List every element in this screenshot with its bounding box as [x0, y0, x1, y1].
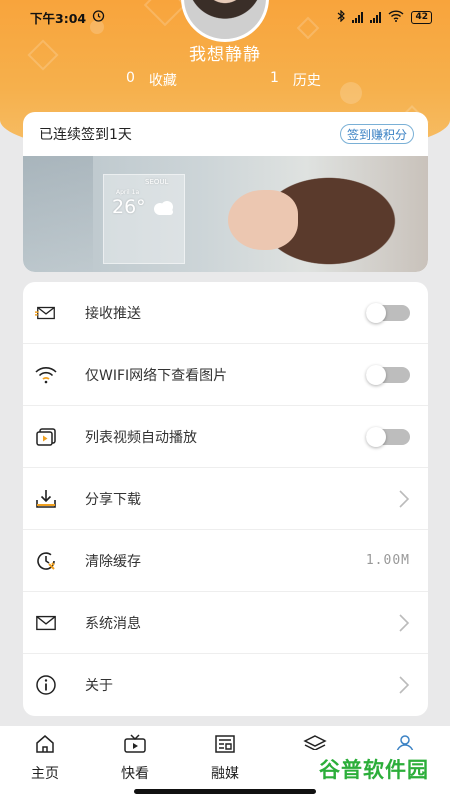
banner-background-shelf — [23, 156, 93, 272]
push-toggle[interactable] — [366, 302, 410, 323]
tab-label: 快看 — [121, 766, 149, 782]
mail-icon — [35, 612, 57, 634]
watermark-logo: 谷普软件园 — [306, 750, 442, 788]
cellular-signal-icon — [352, 11, 364, 23]
settings-card: 接收推送 仅WIFI网络下查看图片 列表视频自动播放 分享下载 清除缓存 1.0… — [23, 282, 428, 716]
setting-row-push[interactable]: 接收推送 — [23, 282, 428, 344]
video-play-icon — [35, 426, 57, 448]
favorites-stat[interactable]: 0 收藏 — [126, 70, 177, 90]
battery-icon: 42 — [411, 10, 432, 24]
tab-watch[interactable]: 快看 — [105, 734, 165, 786]
video-icon — [123, 734, 147, 758]
setting-row-about[interactable]: 关于 — [23, 654, 428, 716]
cloud-icon — [151, 200, 177, 220]
watermark-text: 谷普软件园 — [319, 758, 429, 782]
setting-label: 列表视频自动播放 — [85, 429, 197, 446]
setting-label: 接收推送 — [85, 305, 141, 322]
wifi-only-toggle[interactable] — [366, 364, 410, 385]
checkin-card: 已连续签到1天 签到赚积分 SEOUL April 1a 26° — [23, 112, 428, 272]
alarm-icon — [92, 9, 105, 25]
status-icons: 42 — [337, 9, 432, 25]
info-icon — [35, 674, 57, 696]
setting-label: 仅WIFI网络下查看图片 — [85, 367, 228, 384]
favorites-label: 收藏 — [148, 73, 177, 89]
checkin-status: 已连续签到1天 — [39, 127, 132, 143]
bluetooth-icon — [337, 9, 346, 25]
setting-row-cache[interactable]: 清除缓存 1.00M — [23, 530, 428, 592]
envelope-push-icon — [35, 302, 57, 324]
setting-row-messages[interactable]: 系统消息 — [23, 592, 428, 654]
newspaper-icon — [214, 734, 236, 758]
promo-banner-image[interactable]: SEOUL April 1a 26° — [23, 156, 428, 272]
tab-media[interactable]: 融媒 — [195, 734, 255, 786]
banner-person-face — [228, 190, 298, 250]
profile-stats: 0 收藏 1 历史 — [0, 70, 450, 90]
banner-date: April 1a — [116, 189, 140, 196]
tab-home[interactable]: 主页 — [15, 734, 75, 786]
setting-row-wifi[interactable]: 仅WIFI网络下查看图片 — [23, 344, 428, 406]
setting-label: 分享下载 — [85, 491, 141, 508]
banner-city: SEOUL — [145, 178, 169, 186]
setting-row-autoplay[interactable]: 列表视频自动播放 — [23, 406, 428, 468]
status-time: 下午3:04 — [30, 10, 87, 26]
tab-label: 融媒 — [211, 766, 239, 782]
checkin-row: 已连续签到1天 签到赚积分 — [23, 112, 428, 156]
home-indicator[interactable] — [134, 789, 316, 794]
chevron-right-icon — [398, 675, 410, 695]
setting-row-share[interactable]: 分享下载 — [23, 468, 428, 530]
wifi-status-icon — [388, 9, 404, 25]
setting-label: 清除缓存 — [85, 553, 141, 570]
download-icon — [35, 488, 57, 510]
history-stat[interactable]: 1 历史 — [270, 70, 321, 90]
chevron-right-icon — [398, 613, 410, 633]
cache-size-value: 1.00M — [365, 553, 410, 568]
setting-label: 系统消息 — [85, 615, 141, 632]
tab-label: 主页 — [31, 766, 59, 782]
status-bar: 下午3:04 42 — [0, 0, 450, 34]
wifi-icon — [35, 364, 57, 386]
home-icon — [34, 734, 56, 758]
history-label: 历史 — [292, 73, 321, 89]
checkin-button[interactable]: 签到赚积分 — [339, 124, 414, 144]
banner-temperature: 26° — [112, 196, 146, 218]
setting-label: 关于 — [85, 678, 113, 694]
favorites-count: 0 — [126, 70, 135, 86]
cellular-signal-icon-2 — [370, 11, 382, 23]
autoplay-toggle[interactable] — [366, 426, 410, 447]
chevron-right-icon — [398, 489, 410, 509]
username: 我想静静 — [189, 45, 261, 65]
clock-clean-icon — [35, 550, 57, 572]
history-count: 1 — [270, 70, 279, 86]
